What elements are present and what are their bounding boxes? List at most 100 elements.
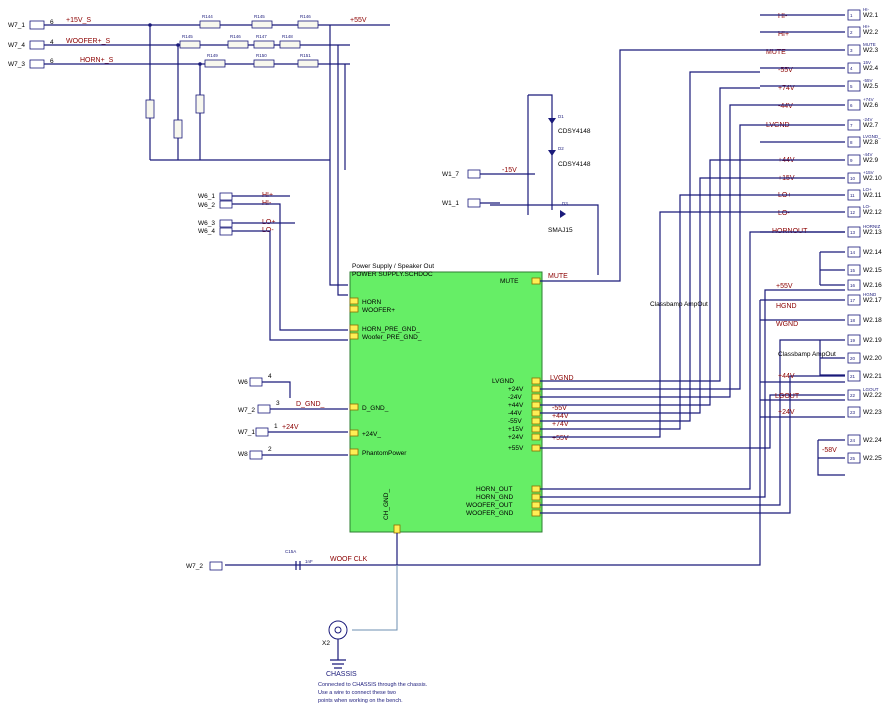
pin-horn-pre-gnd: HORN_PRE_GND_ bbox=[362, 326, 420, 333]
note-line-3: points when working on the bench. bbox=[318, 698, 403, 704]
right-connector-column: 1 W2.1HI- 2 W2.2HI+ 3 W2.3MUTE 4 W2.415V 5 W2.5-5… bbox=[847, 7, 882, 464]
block-subtitle: POWER SUPPLY.SCHDOC bbox=[352, 271, 433, 278]
right-connector-ref: W2.2 bbox=[863, 29, 879, 36]
block-title: Power Supply / Speaker Out bbox=[352, 263, 434, 270]
svg-text:12: 12 bbox=[850, 210, 856, 215]
right-connector-ref: W2.17 bbox=[863, 297, 882, 304]
svg-text:R144: R144 bbox=[202, 14, 213, 19]
pin-woofer-out: WOOFER_OUT bbox=[466, 502, 513, 509]
right-connector-net: +15V bbox=[863, 170, 874, 175]
right-connector-ref: W2.14 bbox=[863, 249, 882, 256]
left-top-connectors: W7_1 6 W7_4 4 W7_3 6 bbox=[8, 19, 54, 69]
r-net-hi-minus: HI- bbox=[778, 13, 788, 20]
right-connector-ref: W2.9 bbox=[863, 157, 879, 164]
right-connector-13: 13 W2.13HORNIZ bbox=[847, 224, 882, 238]
net-55v-top: +55V bbox=[350, 17, 367, 24]
right-connector-3: 3 W2.3MUTE bbox=[847, 42, 879, 56]
right-connector-ref: W2.20 bbox=[863, 355, 882, 362]
right-connector-ref: W2.12 bbox=[863, 209, 882, 216]
svg-text:R146: R146 bbox=[300, 14, 311, 19]
resistor-row-top: R144 R145 R146 R145 R146 R147 R148 R149 … bbox=[179, 14, 319, 68]
mid-connectors: W6_1 W6_2 W6_3 W6_4 bbox=[198, 192, 233, 236]
right-connector-ref: W2.22 bbox=[863, 392, 882, 399]
net-horn-s: HORN+_S bbox=[80, 57, 114, 64]
svg-text:17: 17 bbox=[850, 298, 856, 303]
x2-coax-symbol bbox=[328, 620, 348, 640]
svg-text:14: 14 bbox=[850, 250, 856, 255]
right-connector-15: 15 W2.15 bbox=[847, 264, 882, 276]
svg-text:19: 19 bbox=[850, 338, 856, 343]
svg-text:W6_3: W6_3 bbox=[198, 220, 215, 227]
svg-text:23: 23 bbox=[850, 410, 856, 415]
right-connector-5: 5 W2.5-55V bbox=[847, 78, 879, 92]
svg-text:CDSY4148: CDSY4148 bbox=[558, 161, 591, 168]
pin-horn-gnd: HORN_GND bbox=[476, 494, 514, 501]
right-connector-7: 7 W2.7-24V bbox=[847, 117, 879, 131]
svg-text:W8: W8 bbox=[238, 451, 248, 458]
pin-p55v: +55V bbox=[508, 445, 524, 452]
svg-text:15: 15 bbox=[850, 268, 856, 273]
pin-woofer: WOOFER+ bbox=[362, 307, 395, 314]
pin-m44v: -44V bbox=[508, 410, 522, 417]
right-connector-ref: W2.1 bbox=[863, 12, 879, 19]
svg-text:R146: R146 bbox=[230, 34, 241, 39]
right-connector-ref: W2.24 bbox=[863, 437, 882, 444]
right-connector-net: 15V bbox=[863, 60, 871, 65]
right-connector-23: 23 W2.23 bbox=[847, 406, 882, 418]
right-connector-24: 24 W2.24 bbox=[847, 434, 882, 446]
right-connector-ref: W2.7 bbox=[863, 122, 879, 129]
svg-text:3: 3 bbox=[276, 400, 280, 407]
r-net-m44: -44V bbox=[778, 103, 793, 110]
right-connector-net: +74V bbox=[863, 97, 874, 102]
right-connector-ref: W2.8 bbox=[863, 139, 879, 146]
pin-p24v-b: +24V bbox=[508, 434, 524, 441]
note-line-2: Use a wire to connect these two bbox=[318, 690, 396, 696]
power-supply-block[interactable]: Power Supply / Speaker Out POWER SUPPLY.… bbox=[349, 263, 543, 534]
right-connector-10: 10 W2.10+15V bbox=[847, 170, 882, 184]
right-connector-ref: W2.10 bbox=[863, 175, 882, 182]
right-connector-25: 25 W2.25 bbox=[847, 452, 882, 464]
right-connector-6: 6 W2.6+74V bbox=[847, 97, 879, 111]
right-connector-net: LVGND_ bbox=[863, 134, 881, 139]
svg-text:1: 1 bbox=[274, 423, 278, 430]
net-p24: +24V bbox=[282, 424, 299, 431]
svg-text:24: 24 bbox=[850, 438, 856, 443]
right-connector-ref: W2.15 bbox=[863, 267, 882, 274]
svg-text:R147: R147 bbox=[256, 34, 267, 39]
pin-horn: HORN bbox=[362, 299, 381, 306]
diode-section: D1 CDSY4148 D2 CDSY4148 D3 SMAJ15 W1_7 W… bbox=[442, 94, 599, 275]
svg-text:2: 2 bbox=[268, 446, 272, 453]
svg-text:11: 11 bbox=[850, 193, 855, 198]
right-connector-20: 20 W2.20 bbox=[847, 352, 882, 364]
r-net-hgnd: HGND bbox=[776, 303, 797, 310]
right-connector-net: HI- bbox=[863, 7, 870, 12]
svg-text:W1_1: W1_1 bbox=[442, 200, 459, 207]
svg-text:R151: R151 bbox=[300, 53, 311, 58]
chassis-label: CHASSIS bbox=[326, 671, 357, 678]
svg-text:D2: D2 bbox=[558, 146, 564, 151]
schematic-canvas: W7_1 6 W7_4 4 W7_3 6 +15V_S WOOFER+_S HO… bbox=[8, 7, 882, 704]
right-connector-net: LGOUT bbox=[863, 387, 879, 392]
svg-text:W6_1: W6_1 bbox=[198, 193, 215, 200]
right-connector-ref: W2.11 bbox=[863, 192, 882, 199]
right-connector-14: 14 W2.14 bbox=[847, 246, 882, 258]
r-net-p24: +24V bbox=[778, 409, 795, 416]
note-line-1: Connected to CHASSIS through the chassis… bbox=[318, 682, 428, 688]
svg-text:W6: W6 bbox=[238, 379, 248, 386]
right-connector-ref: W2.3 bbox=[863, 47, 879, 54]
out-p44: +44V bbox=[552, 413, 569, 420]
right-connector-1: 1 W2.1HI- bbox=[847, 7, 879, 21]
svg-text:R149: R149 bbox=[207, 53, 218, 58]
out-p55: +55V bbox=[552, 435, 569, 442]
pin-p24v: +24V bbox=[508, 386, 524, 393]
right-connector-ref: W2.19 bbox=[863, 337, 882, 344]
svg-text:W1_7: W1_7 bbox=[442, 171, 459, 178]
svg-text:25: 25 bbox=[850, 456, 856, 461]
pin-horn-out: HORN_OUT bbox=[476, 486, 513, 493]
svg-text:W7_2: W7_2 bbox=[186, 563, 203, 570]
out-p74: +74V bbox=[552, 421, 569, 428]
right-connector-ref: W2.4 bbox=[863, 65, 879, 72]
svg-text:W7_1: W7_1 bbox=[238, 429, 255, 436]
pin-phantom: PhantomPower bbox=[362, 450, 407, 457]
right-connector-ref: W2.23 bbox=[863, 409, 882, 416]
